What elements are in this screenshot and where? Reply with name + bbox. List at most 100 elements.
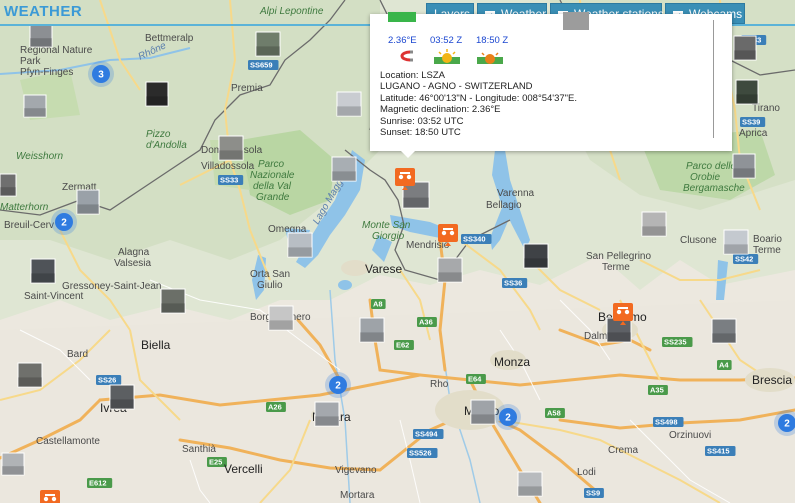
place-bellagio: Bellagio bbox=[486, 200, 522, 211]
svg-text:SS415: SS415 bbox=[707, 447, 730, 456]
road-shield: A26 bbox=[266, 402, 286, 412]
place-lodi: Lodi bbox=[577, 467, 596, 478]
svg-text:A4: A4 bbox=[719, 361, 729, 370]
location-line: Location: LSZA bbox=[380, 70, 445, 81]
place-rho: Rho bbox=[430, 379, 449, 390]
place-brescia: Brescia bbox=[752, 373, 792, 387]
cluster-marker[interactable]: 2 bbox=[325, 372, 351, 398]
svg-text:SS498: SS498 bbox=[655, 418, 678, 427]
place-parco-val-4: Grande bbox=[256, 192, 290, 203]
station-info-popup: 2.36°E 03:52 Z 18:50 Z Location: LSZA LU… bbox=[370, 12, 732, 158]
place-parco-orobie-2: Orobie bbox=[690, 172, 720, 183]
webcam-thumbnail[interactable] bbox=[76, 189, 100, 215]
place-santhia: Santhià bbox=[182, 444, 216, 455]
webcam-thumbnail[interactable] bbox=[255, 31, 281, 57]
webcam-thumbnail[interactable] bbox=[336, 91, 362, 117]
app-brand: WEATHER bbox=[4, 3, 83, 20]
sunset-line: Sunset: 18:50 UTC bbox=[380, 127, 461, 139]
webcam-thumbnail[interactable] bbox=[268, 305, 294, 331]
place-alagna: Alagna bbox=[118, 247, 150, 258]
road-shield: A8 bbox=[371, 299, 386, 309]
svg-text:SS42: SS42 bbox=[735, 255, 753, 264]
weather-station-marker[interactable] bbox=[40, 490, 60, 503]
sunrise-icon bbox=[434, 49, 460, 64]
place-monte-san: Monte San bbox=[362, 220, 411, 231]
cluster-marker[interactable]: 3 bbox=[88, 61, 114, 87]
cluster-count: 2 bbox=[335, 381, 341, 392]
place-parco-orobie-3: Bergamasche bbox=[683, 183, 745, 194]
place-weisshorn: Weisshorn bbox=[16, 151, 63, 162]
place-alagna-2: Valsesia bbox=[114, 258, 151, 269]
place-mortara: Mortara bbox=[340, 490, 375, 501]
webcam-thumbnail[interactable] bbox=[470, 399, 496, 425]
webcam-thumbnail[interactable] bbox=[359, 317, 385, 343]
place-boario: Boario bbox=[753, 234, 782, 245]
cluster-marker[interactable]: 2 bbox=[495, 404, 521, 430]
cluster-marker[interactable]: 2 bbox=[51, 209, 77, 235]
svg-text:SS39: SS39 bbox=[742, 118, 760, 127]
webcam-thumbnail[interactable] bbox=[23, 94, 47, 118]
cluster-count: 2 bbox=[505, 413, 511, 424]
place-parco-orobie-1: Parco delle bbox=[686, 161, 736, 172]
popup-scrollbar[interactable] bbox=[713, 20, 714, 138]
webcam-thumbnail[interactable] bbox=[314, 401, 340, 427]
name-line: LUGANO - AGNO - SWITZERLAND bbox=[380, 81, 533, 93]
cluster-count: 2 bbox=[61, 218, 67, 229]
place-dandolla: d'Andolla bbox=[146, 140, 187, 151]
svg-text:SS26: SS26 bbox=[98, 376, 116, 385]
sunset-value: 18:50 Z bbox=[476, 35, 509, 46]
place-biella: Biella bbox=[141, 338, 171, 352]
svg-text:SS659: SS659 bbox=[250, 61, 273, 70]
road-shield: E62 bbox=[394, 340, 414, 350]
svg-text:SS235: SS235 bbox=[664, 338, 687, 347]
webcam-thumbnail[interactable] bbox=[17, 362, 43, 388]
place-vercelli: Vercelli bbox=[224, 462, 263, 476]
place-alpi-lepontine: Alpi Lepontine bbox=[259, 6, 324, 17]
webcam-thumbnail[interactable] bbox=[218, 135, 244, 161]
webcam-thumbnail[interactable] bbox=[30, 258, 56, 284]
webcam-thumbnail[interactable] bbox=[145, 81, 169, 107]
place-monza: Monza bbox=[494, 355, 530, 369]
webcam-thumbnail[interactable] bbox=[517, 471, 543, 497]
coordinates-line: Latitude: 46°00'13"N - Longitude: 008°54… bbox=[380, 92, 578, 104]
webcam-thumb[interactable] bbox=[563, 12, 589, 30]
webcam-thumbnail[interactable] bbox=[160, 288, 186, 314]
road-shield: SS39 bbox=[740, 117, 766, 127]
svg-text:A35: A35 bbox=[650, 386, 664, 395]
magnetic-value: 2.36°E bbox=[388, 35, 417, 46]
webcam-thumbnail[interactable] bbox=[733, 35, 757, 61]
road-shield: SS36 bbox=[502, 278, 528, 288]
road-shield: SS659 bbox=[248, 60, 279, 70]
webcam-thumbnail[interactable] bbox=[331, 156, 357, 182]
place-breuil: Breuil-Cerv bbox=[4, 220, 54, 231]
webcam-thumbnail[interactable] bbox=[606, 317, 632, 343]
road-shield: SS526 bbox=[407, 448, 438, 458]
webcam-thumbnail[interactable] bbox=[723, 229, 749, 255]
webcam-thumbnail[interactable] bbox=[1, 452, 25, 476]
place-varese: Varese bbox=[365, 262, 402, 276]
webcam-thumbnail[interactable] bbox=[0, 173, 17, 197]
svg-text:A36: A36 bbox=[419, 318, 433, 327]
place-vigevano: Vigevano bbox=[335, 465, 377, 476]
webcam-thumbnail[interactable] bbox=[523, 243, 549, 269]
place-pfyn-3: Pfyn-Finges bbox=[20, 67, 73, 78]
svg-text:SS9: SS9 bbox=[586, 489, 600, 498]
svg-text:SS526: SS526 bbox=[409, 449, 432, 458]
webcam-thumbnail[interactable] bbox=[29, 24, 53, 48]
road-shield: SS26 bbox=[96, 375, 122, 385]
road-shield: SS340 bbox=[461, 234, 492, 244]
webcam-thumbnail[interactable] bbox=[109, 384, 135, 410]
webcam-thumbnail[interactable] bbox=[732, 153, 756, 179]
webcam-thumbnail[interactable] bbox=[735, 79, 759, 105]
place-sanpellegrino-2: Terme bbox=[602, 262, 630, 273]
road-shield: A4 bbox=[717, 360, 732, 370]
svg-text:A8: A8 bbox=[373, 300, 383, 309]
place-terme: Terme bbox=[753, 245, 781, 256]
svg-text:SS494: SS494 bbox=[415, 430, 438, 439]
webcam-thumbnail[interactable] bbox=[287, 232, 313, 258]
webcam-thumbnail[interactable] bbox=[711, 318, 737, 344]
webcam-thumbnail[interactable] bbox=[641, 211, 667, 237]
webcam-thumbnail[interactable] bbox=[437, 257, 463, 283]
station-details: Location: LSZA LUGANO - AGNO - SWITZERLA… bbox=[380, 70, 577, 138]
place-villadossola: Villadossola bbox=[201, 161, 255, 172]
